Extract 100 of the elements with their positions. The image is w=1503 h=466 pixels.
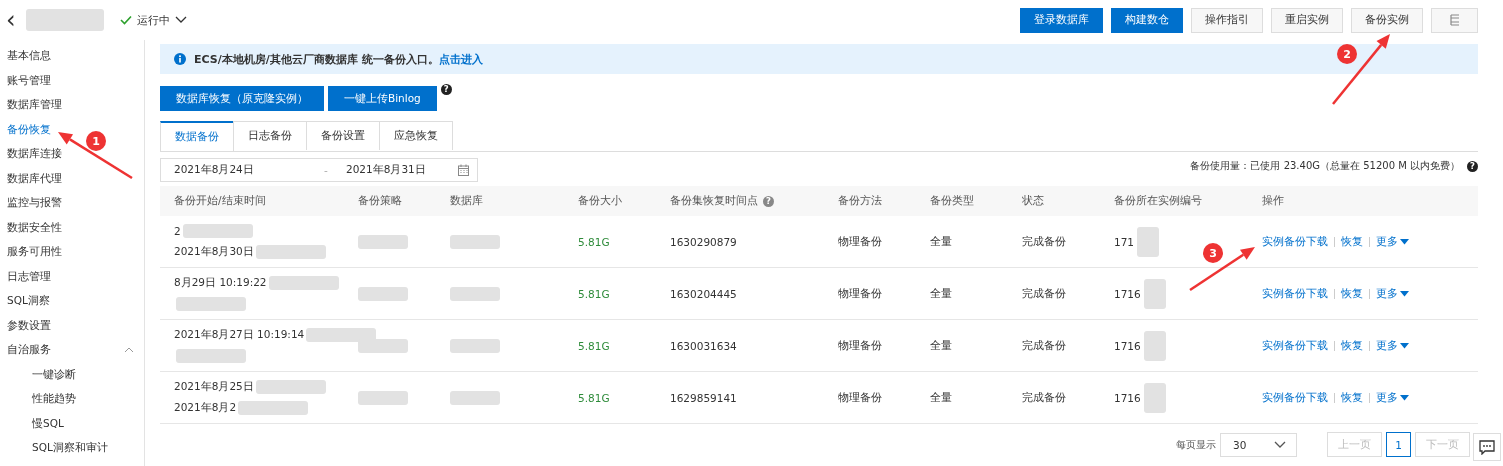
- header-button[interactable]: 登录数据库: [1020, 7, 1103, 33]
- column-header: 备份类型: [930, 194, 974, 208]
- redacted-block: [450, 286, 500, 301]
- redacted-block: [176, 297, 246, 311]
- sidebar-item[interactable]: 数据安全性: [7, 220, 62, 235]
- sidebar-item[interactable]: 自治服务: [7, 343, 51, 358]
- page-button[interactable]: 1: [1386, 432, 1411, 457]
- sidebar-item[interactable]: 日志管理: [7, 269, 51, 284]
- action-link[interactable]: 实例备份下载: [1262, 338, 1328, 353]
- sidebar-item[interactable]: 基本信息: [7, 49, 51, 64]
- redacted-block: [1143, 278, 1166, 309]
- sidebar-item[interactable]: 账号管理: [7, 73, 51, 88]
- tab[interactable]: 应急恢复: [379, 121, 453, 150]
- sidebar-item[interactable]: SQL洞察和审计: [32, 441, 108, 456]
- action-link[interactable]: 实例备份下载: [1262, 234, 1328, 249]
- table-cell: 2021年8月27日 10:19:14: [174, 328, 305, 342]
- table-cell: 5.81G: [578, 235, 610, 248]
- caret-icon: [174, 16, 187, 24]
- help-icon[interactable]: ?: [1467, 160, 1478, 172]
- step-badge: 3: [1203, 243, 1223, 263]
- header-button[interactable]: 构建数仓: [1111, 7, 1183, 33]
- column-header: 数据库: [450, 194, 483, 208]
- table-cell: 2: [174, 225, 181, 237]
- action-link[interactable]: 更多: [1376, 234, 1409, 249]
- action-link[interactable]: 恢复: [1341, 286, 1363, 301]
- action-button[interactable]: 一键上传Binlog: [328, 86, 437, 111]
- help-icon[interactable]: ?: [440, 84, 452, 95]
- status-dropdown[interactable]: 运行中: [119, 12, 187, 28]
- sidebar-item[interactable]: 监控与报警: [7, 196, 62, 211]
- action-link[interactable]: 更多: [1376, 390, 1409, 405]
- table-cell: 完成备份: [1022, 338, 1066, 353]
- list-icon: [1449, 14, 1460, 26]
- redacted-block: [255, 380, 326, 394]
- table-cell: 1630031634: [670, 339, 737, 352]
- action-link[interactable]: 更多: [1376, 338, 1409, 353]
- table-cell: 1716: [1114, 339, 1141, 352]
- tab[interactable]: 数据备份: [160, 121, 234, 151]
- column-header: 操作: [1262, 194, 1284, 208]
- action-link[interactable]: 恢复: [1341, 338, 1363, 353]
- table-cell: 完成备份: [1022, 390, 1066, 405]
- sidebar-item[interactable]: 备份恢复: [7, 122, 51, 137]
- page-size-select[interactable]: 30: [1220, 432, 1297, 457]
- table-cell: 全量: [930, 234, 952, 249]
- redacted-block: [358, 286, 408, 301]
- redacted-block: [450, 390, 500, 405]
- action-link[interactable]: 实例备份下载: [1262, 286, 1328, 301]
- sidebar-item[interactable]: 服务可用性: [7, 245, 62, 260]
- back-button[interactable]: ‹: [6, 10, 16, 30]
- table-cell: 物理备份: [838, 234, 882, 249]
- table-cell: 完成备份: [1022, 234, 1066, 249]
- sidebar-item[interactable]: 数据库代理: [7, 171, 62, 186]
- header-button[interactable]: 备份实例: [1351, 7, 1423, 33]
- sidebar-item[interactable]: 性能趋势: [32, 392, 76, 407]
- redacted-block: [255, 245, 326, 259]
- redacted-block: [238, 401, 309, 415]
- sidebar-item[interactable]: SQL洞察: [7, 294, 50, 309]
- usage-text: 备份使用量：已使用 23.40G（总量在 51200 M 以内免费）: [1190, 159, 1460, 173]
- table-cell: 1630290879: [670, 235, 737, 248]
- chat-icon: [1479, 439, 1495, 455]
- action-link[interactable]: 恢复: [1341, 234, 1363, 249]
- caret-icon: [1400, 290, 1409, 297]
- column-header: 状态: [1022, 194, 1044, 208]
- table-cell: 1630204445: [670, 287, 737, 300]
- sidebar-item[interactable]: 数据库连接: [7, 147, 62, 162]
- annotation-arrow: [1332, 34, 1390, 105]
- action-link[interactable]: 恢复: [1341, 390, 1363, 405]
- column-header: 备份大小: [578, 194, 622, 208]
- column-header: 备份所在实例编号: [1114, 194, 1202, 208]
- table-cell: 全量: [930, 390, 952, 405]
- redacted-block: [358, 390, 408, 405]
- column-header: 备份集恢复时间点: [670, 194, 758, 208]
- sidebar-item[interactable]: 参数设置: [7, 318, 51, 333]
- sidebar-item[interactable]: 慢SQL: [32, 416, 64, 431]
- annotation-arrow: [1189, 247, 1255, 292]
- notice-link[interactable]: 点击进入: [438, 51, 483, 67]
- check-icon: [119, 15, 132, 25]
- caret-icon: [1400, 238, 1409, 245]
- caret-icon: [1400, 342, 1409, 349]
- action-link[interactable]: 实例备份下载: [1262, 390, 1328, 405]
- date-range-field[interactable]: 2021年8月24日 - 2021年8月31日: [160, 158, 478, 182]
- table-cell: 1629859141: [670, 391, 737, 404]
- table-cell: 1716: [1114, 287, 1141, 300]
- help-icon[interactable]: ?: [763, 195, 774, 207]
- redacted-block: [358, 338, 408, 353]
- chat-button[interactable]: [1473, 433, 1501, 461]
- header-button[interactable]: 重启实例: [1271, 7, 1343, 33]
- table-cell: 5.81G: [578, 391, 610, 404]
- column-header: 备份开始/结束时间: [174, 194, 266, 208]
- sidebar-item[interactable]: 数据库管理: [7, 98, 62, 113]
- header-button[interactable]: 操作指引: [1191, 7, 1263, 33]
- redacted-block: [450, 234, 500, 249]
- caret-icon: [1274, 440, 1286, 449]
- table-cell: 8月29日 10:19:22: [174, 276, 267, 290]
- action-link[interactable]: 更多: [1376, 286, 1409, 301]
- table-cell: 完成备份: [1022, 286, 1066, 301]
- redacted-block: [1137, 226, 1160, 257]
- caret-icon: [1400, 394, 1409, 401]
- column-header: 备份策略: [358, 194, 402, 208]
- sidebar-item[interactable]: 一键诊断: [32, 367, 76, 382]
- action-button[interactable]: 数据库恢复（原克隆实例）: [160, 86, 324, 111]
